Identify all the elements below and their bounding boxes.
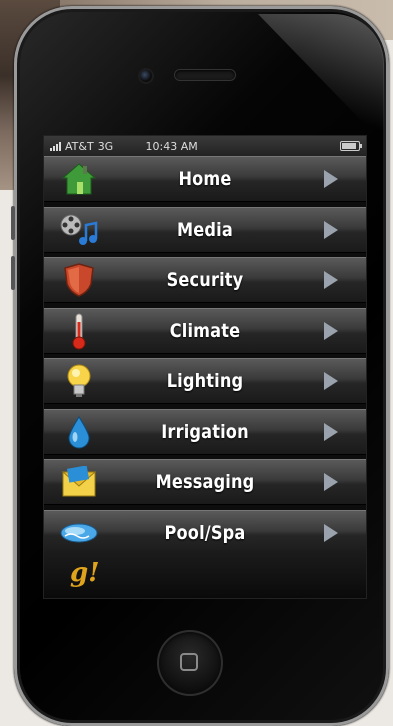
menu-item-security[interactable]: Security [44,257,366,303]
menu-item-irrigation[interactable]: Irrigation [44,408,366,455]
menu-item-lighting[interactable]: Lighting [44,358,366,404]
status-bar: AT&T 3G 10:43 AM [44,136,366,156]
menu-label-media: Media [177,218,233,241]
menu-label-messaging: Messaging [155,471,255,493]
menu-item-pool-spa[interactable]: Pool/Spa [44,509,366,556]
battery-fill [342,143,356,149]
volume-up-button [11,206,15,240]
menu-item-climate[interactable]: Climate [44,307,366,354]
menu-label-security: Security [166,269,244,291]
menu-item-home[interactable]: Home [44,156,366,202]
chevron-right-icon [324,372,338,390]
earpiece-speaker [175,70,235,80]
battery-icon [340,141,362,151]
menu-label-climate: Climate [169,319,241,342]
menu-label-lighting: Lighting [166,370,244,392]
chevron-right-icon [324,220,338,239]
home-button[interactable] [157,630,223,696]
chevron-right-icon [324,321,338,340]
carrier-label: AT&T [65,139,94,153]
menu-label-irrigation: Irrigation [161,420,249,443]
footer-bar: g! [44,550,366,598]
chevron-right-icon [324,473,338,491]
signal-bars-icon [50,141,61,151]
menu-label-pool-spa: Pool/Spa [164,521,246,544]
front-camera-icon [140,70,152,82]
volume-down-button [11,256,15,290]
chevron-right-icon [324,170,338,188]
menu-item-media[interactable]: Media [44,206,366,253]
network-label: 3G [97,139,114,153]
chevron-right-icon [324,271,338,289]
screen: AT&T 3G 10:43 AM Home Media Security Cli… [44,136,366,598]
status-time: 10:43 AM [145,139,198,153]
chevron-right-icon [324,422,338,441]
menu-label-home: Home [178,168,232,190]
menu-item-messaging[interactable]: Messaging [44,459,366,505]
main-menu: Home Media Security Climate Lighting Irr… [44,156,366,556]
home-square-icon [180,653,198,671]
brand-logo: g! [70,558,100,588]
chevron-right-icon [324,523,338,542]
status-left: AT&T 3G [50,140,113,153]
